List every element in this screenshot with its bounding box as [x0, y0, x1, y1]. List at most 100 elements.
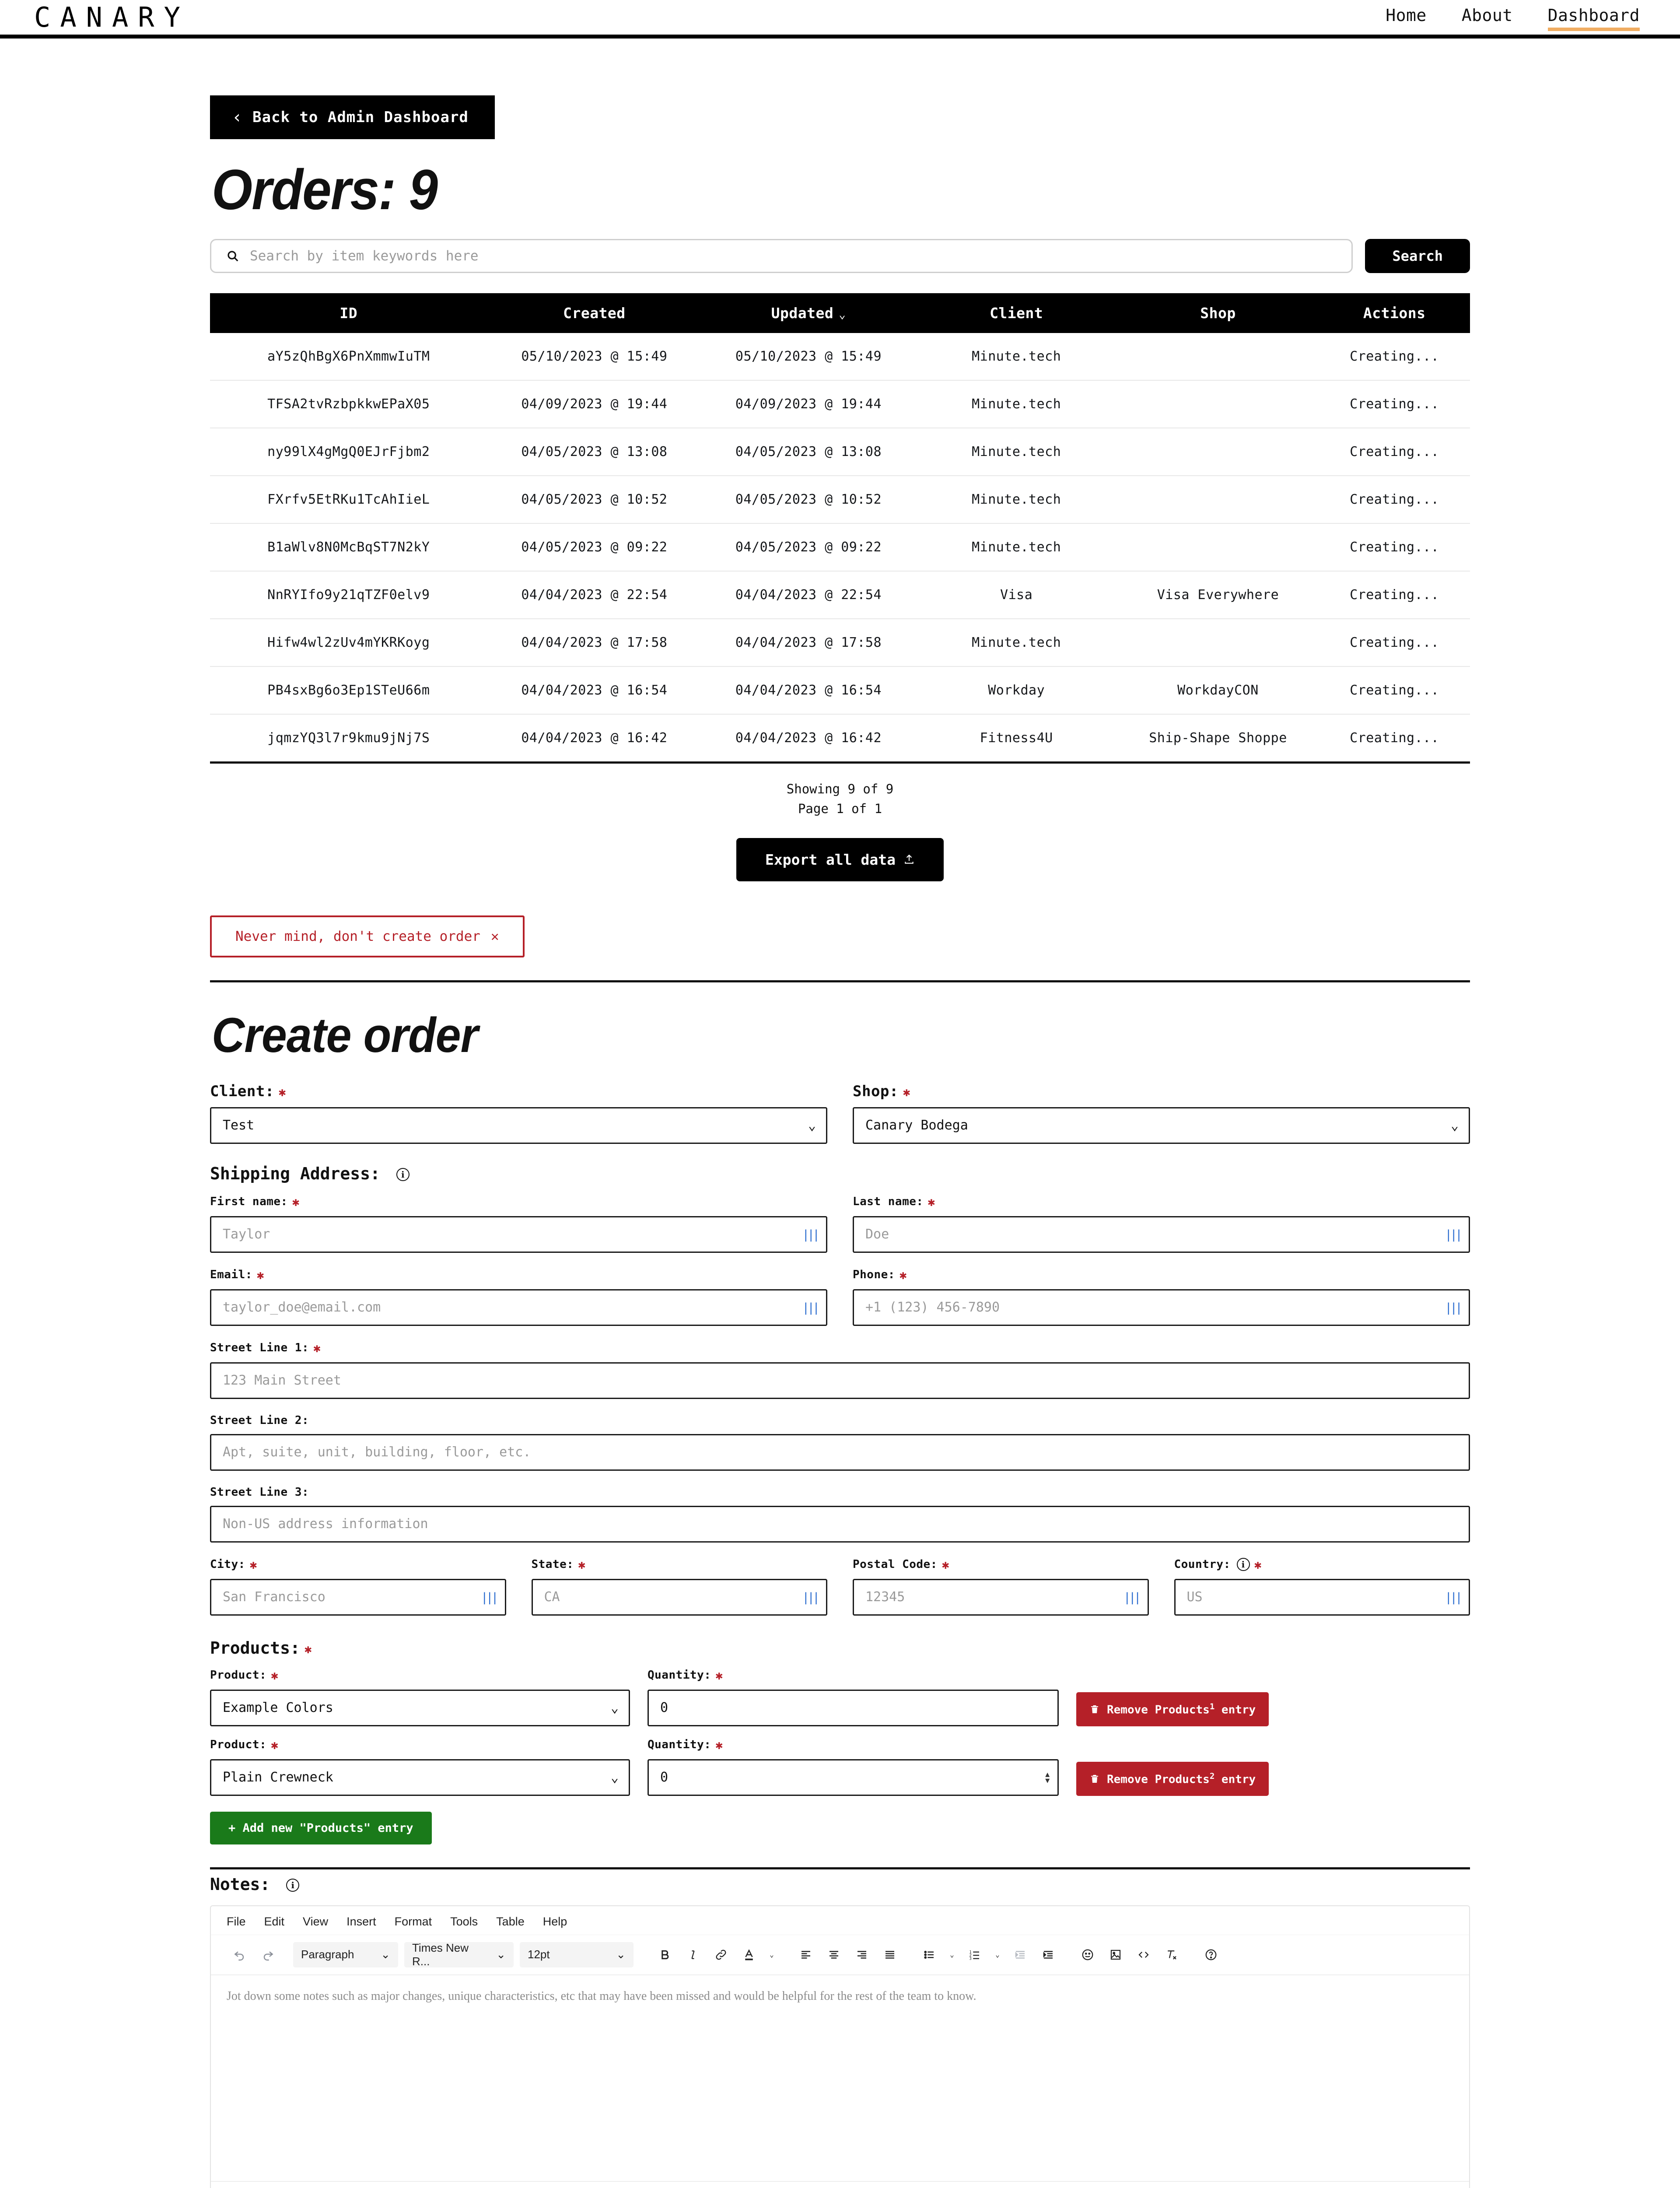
state-input[interactable] [532, 1579, 828, 1616]
text-color-chevron-icon[interactable]: ⌄ [763, 1942, 780, 1967]
client-label-text: Client: [210, 1083, 274, 1100]
first-name-label-text: First name: [210, 1195, 288, 1208]
table-row[interactable]: jqmzYQ3l7r9kmu9jNj7S04/04/2023 @ 16:4204… [210, 714, 1470, 763]
font-family-select[interactable]: Times New R...⌄ [404, 1942, 514, 1967]
undo-icon[interactable] [226, 1942, 254, 1967]
redo-icon[interactable] [254, 1942, 282, 1967]
block-format-select[interactable]: Paragraph⌄ [293, 1942, 398, 1967]
image-icon[interactable] [1102, 1942, 1130, 1967]
align-center-icon[interactable] [820, 1942, 848, 1967]
shop-select[interactable]: Canary Bodega [853, 1107, 1470, 1144]
align-justify-icon[interactable] [876, 1942, 904, 1967]
table-row[interactable]: NnRYIfo9y21qTZF0elv904/04/2023 @ 22:5404… [210, 571, 1470, 619]
product-2-select[interactable]: Plain Crewneck [210, 1759, 630, 1796]
menu-tools[interactable]: Tools [450, 1915, 478, 1929]
emoji-icon[interactable] [1074, 1942, 1102, 1967]
bullet-list-icon[interactable] [915, 1942, 943, 1967]
table-row[interactable]: TFSA2tvRzbpkkwEPaX0504/09/2023 @ 19:4404… [210, 380, 1470, 428]
country-input[interactable] [1174, 1579, 1470, 1616]
street1-input[interactable] [210, 1362, 1470, 1399]
nav-link-dashboard[interactable]: Dashboard [1548, 6, 1640, 29]
phone-field[interactable] [853, 1289, 1470, 1326]
remove-product-1-button[interactable]: Remove Products1 entry [1076, 1692, 1269, 1726]
menu-format[interactable]: Format [395, 1915, 432, 1929]
table-row[interactable]: PB4sxBg6o3Ep1STeU66m04/04/2023 @ 16:5404… [210, 666, 1470, 714]
orders-table-body: aY5zQhBgX6PnXmmwIuTM05/10/2023 @ 15:4905… [210, 333, 1470, 763]
menu-help[interactable]: Help [543, 1915, 567, 1929]
source-code-icon[interactable] [1130, 1942, 1158, 1967]
product-2-label: Product:✱ [210, 1738, 630, 1752]
text-color-icon[interactable] [735, 1942, 763, 1967]
shop-field: Shop:✱ Canary Bodega ⌄ [853, 1083, 1470, 1144]
column-header-created[interactable]: Created [487, 293, 702, 333]
search-input[interactable] [249, 240, 1337, 272]
spinner-icon[interactable]: ▴▾ [1044, 1771, 1051, 1784]
info-icon[interactable]: i [286, 1879, 299, 1892]
column-header-client[interactable]: Client [916, 293, 1117, 333]
numbered-list-icon[interactable]: 123 [961, 1942, 989, 1967]
cell-created: 04/04/2023 @ 22:54 [487, 571, 702, 619]
product-entry-row: Product:✱ Example Colors ⌄ Quantity:✱ Re… [210, 1668, 1470, 1726]
menu-insert[interactable]: Insert [346, 1915, 376, 1929]
spinner-down-icon[interactable]: ▾ [1044, 1778, 1051, 1784]
back-to-admin-dashboard-button[interactable]: ‹ Back to Admin Dashboard [210, 95, 495, 139]
align-left-icon[interactable] [792, 1942, 820, 1967]
menu-edit[interactable]: Edit [264, 1915, 285, 1929]
search-button[interactable]: Search [1365, 239, 1470, 273]
info-icon[interactable]: i [1237, 1558, 1250, 1571]
table-row[interactable]: B1aWlv8N0McBqST7N2kY04/05/2023 @ 09:2204… [210, 523, 1470, 571]
street3-input[interactable] [210, 1506, 1470, 1543]
client-select[interactable]: Test [210, 1107, 827, 1144]
link-icon[interactable] [707, 1942, 735, 1967]
font-size-select[interactable]: 12pt⌄ [520, 1942, 634, 1967]
first-name-input[interactable] [210, 1216, 827, 1253]
cell-action: Creating... [1319, 666, 1470, 714]
product-entry-row: Product:✱ Plain Crewneck ⌄ Quantity:✱ ▴▾… [210, 1738, 1470, 1796]
country-field: Country:i✱ ||| [1174, 1557, 1470, 1616]
required-asterisk: ✱ [271, 1738, 278, 1752]
email-field[interactable] [210, 1289, 827, 1326]
outdent-icon[interactable] [1006, 1942, 1034, 1967]
brand-logo[interactable]: CANARY [34, 4, 190, 31]
last-name-input[interactable] [853, 1216, 1470, 1253]
cancel-create-order-button[interactable]: Never mind, don't create order ✕ [210, 915, 525, 957]
info-icon[interactable]: i [396, 1168, 410, 1181]
quantity-2-stepper[interactable] [648, 1759, 1059, 1796]
help-icon[interactable] [1197, 1942, 1225, 1967]
menu-file[interactable]: File [227, 1915, 246, 1929]
table-row[interactable]: Hifw4wl2zUv4mYKRKoyg04/04/2023 @ 17:5804… [210, 619, 1470, 666]
nav-link-home[interactable]: Home [1386, 6, 1427, 29]
remove-product-2-button[interactable]: Remove Products2 entry [1076, 1762, 1269, 1796]
column-header-shop[interactable]: Shop [1117, 293, 1319, 333]
quantity-1-stepper[interactable] [648, 1690, 1059, 1726]
cell-action: Creating... [1319, 333, 1470, 380]
table-row[interactable]: ny99lX4gMgQ0EJrFjbm204/05/2023 @ 13:0804… [210, 428, 1470, 476]
indent-icon[interactable] [1034, 1942, 1062, 1967]
column-header-updated[interactable]: Updated⌄ [701, 293, 916, 333]
product-1-select[interactable]: Example Colors [210, 1690, 630, 1726]
add-products-entry-button[interactable]: + Add new "Products" entry [210, 1812, 432, 1844]
country-label-text: Country: [1174, 1558, 1231, 1571]
column-header-id[interactable]: ID [210, 293, 487, 333]
quantity-2-label: Quantity:✱ [648, 1738, 1059, 1752]
bold-icon[interactable] [651, 1942, 679, 1967]
table-row[interactable]: FXrfv5EtRKu1TcAhIieL04/05/2023 @ 10:5204… [210, 476, 1470, 523]
street2-input[interactable] [210, 1434, 1470, 1471]
cell-action: Creating... [1319, 476, 1470, 523]
table-row[interactable]: aY5zQhBgX6PnXmmwIuTM05/10/2023 @ 15:4905… [210, 333, 1470, 380]
nav-link-about[interactable]: About [1462, 6, 1513, 29]
menu-view[interactable]: View [303, 1915, 328, 1929]
city-input[interactable] [210, 1579, 506, 1616]
notes-textarea[interactable]: Jot down some notes such as major change… [211, 1975, 1469, 2181]
italic-icon[interactable] [679, 1942, 707, 1967]
numbered-list-chevron-icon[interactable]: ⌄ [989, 1942, 1006, 1967]
align-right-icon[interactable] [848, 1942, 876, 1967]
export-all-data-button[interactable]: Export all data [736, 838, 944, 881]
remove-1-index: 1 [1210, 1702, 1214, 1711]
postal-code-input[interactable] [853, 1579, 1149, 1616]
page-number: Page 1 of 1 [210, 799, 1470, 819]
bullet-list-chevron-icon[interactable]: ⌄ [943, 1942, 961, 1967]
menu-table[interactable]: Table [496, 1915, 525, 1929]
clear-formatting-icon[interactable] [1158, 1942, 1186, 1967]
cell-shop [1117, 619, 1319, 666]
